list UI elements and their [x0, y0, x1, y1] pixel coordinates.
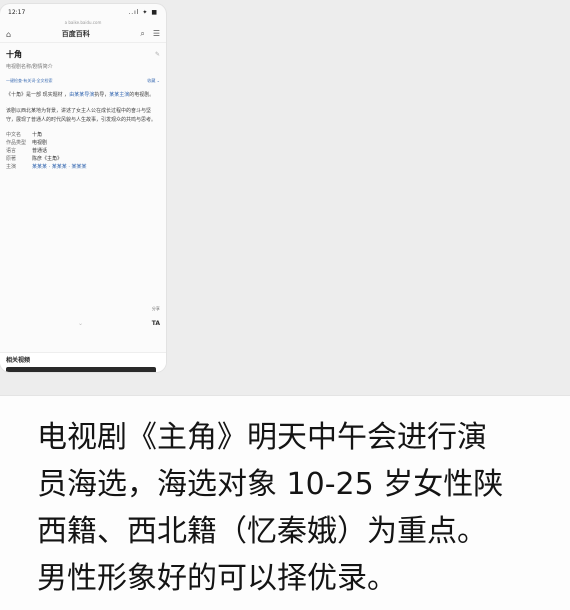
search-icon[interactable]: ⌕ [140, 29, 144, 39]
entry-subtitle: 电视剧名称/剧情简介 [6, 64, 53, 70]
expand-chevron-icon[interactable]: ⌄ [78, 320, 83, 327]
phone-screenshot: 12:17 ..ıl ✦ ■ a baike.baidu.com ⌂ 百度百科 … [0, 4, 166, 372]
story-paragraph: 该剧以西北某地为背景，讲述了女主人公在成长过程中的奋斗与坚守，展现了普通人的时代… [6, 108, 157, 123]
status-icons: ..ıl ✦ ■ [128, 8, 158, 16]
intro-text: 的电视剧。 [129, 92, 155, 98]
intro-text: 执导， [94, 92, 110, 98]
caption-line: 男性形象好的可以择优录。 [37, 561, 397, 596]
related-title: 相关视频 [6, 357, 31, 364]
info-row: 中文名 十角 [6, 131, 160, 139]
intro-text: 《十角》是一部 现实题材 ， [6, 92, 70, 98]
entry-title: 十角 [6, 50, 22, 59]
info-value: 十角 [32, 132, 43, 138]
screenshot-background: 12:17 ..ıl ✦ ■ a baike.baidu.com ⌂ 百度百科 … [0, 0, 570, 395]
share-button[interactable]: 分享 [152, 306, 160, 312]
cast-link[interactable]: 某某主演 [109, 92, 129, 98]
info-value: 陈彦《主角》 [32, 156, 63, 162]
info-row: 原著 陈彦《主角》 [6, 155, 160, 163]
info-box: 中文名 十角 作品类型 电视剧 语言 普通话 原著 陈彦《主角》 主演 某某某 … [6, 131, 160, 171]
ta-button[interactable]: TA [152, 320, 160, 327]
info-row: 主演 某某某 · 某某某 · 某某某 [6, 163, 160, 171]
caption-line: 电视剧《主角》明天中午会进行演 [37, 420, 487, 455]
info-row: 语言 普通话 [6, 147, 160, 155]
related-thumbnail-strip[interactable] [6, 367, 156, 372]
info-value: 普通话 [32, 148, 48, 154]
status-time: 12:17 [8, 8, 26, 16]
info-row: 作品类型 电视剧 [6, 139, 160, 147]
article: 十角 ✎ 电视剧名称/剧情简介 一键检查·有关词·全文检索 收藏 ⌄ 《十角》是… [0, 43, 166, 171]
edit-icon[interactable]: ✎ [155, 51, 160, 58]
side-buttons: 分享 TA [152, 306, 160, 327]
caption-line: 西籍、西北籍（忆秦娥）为重点。 [37, 514, 487, 549]
related-videos: 相关视频 [0, 352, 166, 372]
site-title: 百度百科 [61, 30, 90, 38]
caption-card: 电视剧《主角》明天中午会进行演 员海选，海选对象 10-25 岁女性陕 西籍、西北籍… [0, 395, 570, 610]
info-value: 电视剧 [32, 140, 48, 146]
cast-links[interactable]: 某某某 · 某某某 · 某某某 [32, 163, 160, 171]
caption-text: 电视剧《主角》明天中午会进行演 员海选，海选对象 10-25 岁女性陕 西籍、西北籍… [37, 414, 570, 602]
info-key: 语言 [6, 148, 17, 154]
meta-left-link[interactable]: 一键检查·有关词·全文检索 [6, 78, 53, 84]
info-key: 作品类型 [6, 140, 27, 146]
intro-paragraph: 《十角》是一部 现实题材 ，由某某导演执导，某某主演的电视剧。 [6, 91, 160, 100]
meta-row: 一键检查·有关词·全文检索 收藏 ⌄ [6, 78, 160, 84]
nav-bar: ⌂ 百度百科 ⌕ ☰ [0, 26, 166, 43]
info-key: 主演 [6, 164, 17, 170]
status-bar: 12:17 ..ıl ✦ ■ [0, 4, 166, 20]
director-link[interactable]: 由某某导演 [69, 92, 94, 98]
home-icon[interactable]: ⌂ [6, 30, 11, 39]
info-key: 中文名 [6, 132, 22, 138]
menu-icon[interactable]: ☰ [153, 29, 160, 39]
info-key: 原著 [6, 156, 17, 162]
caption-line: 员海选，海选对象 10-25 岁女性陕 [37, 467, 504, 502]
favorite-link[interactable]: 收藏 ⌄ [147, 78, 160, 84]
